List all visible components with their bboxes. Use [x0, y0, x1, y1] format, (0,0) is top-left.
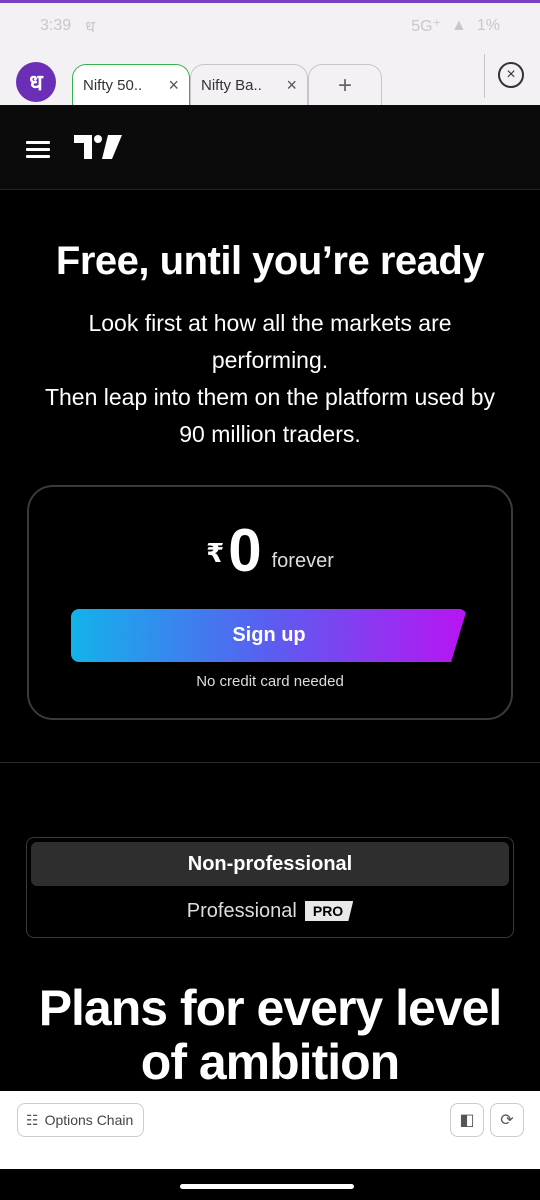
home-gesture-handle[interactable]	[180, 1184, 354, 1189]
sign-up-button[interactable]: Sign up	[71, 609, 467, 662]
free-plan-card: ₹ 0 forever Sign up No credit card neede…	[27, 485, 513, 720]
refresh-icon[interactable]: ⟳	[490, 1103, 524, 1137]
hamburger-menu-icon[interactable]	[26, 141, 50, 158]
pro-badge: PRO	[304, 901, 354, 921]
tab-nifty-50[interactable]: Nifty 50.. ×	[72, 64, 190, 106]
plans-heading-line-2: of ambition	[140, 1034, 400, 1090]
tab-label: Nifty Ba..	[201, 77, 262, 94]
new-tab-button[interactable]: +	[308, 64, 382, 106]
options-chain-button[interactable]: ☷ Options Chain	[17, 1103, 145, 1137]
non-professional-option[interactable]: Non-professional	[31, 842, 509, 886]
plan-type-toggle: Non-professional Professional PRO	[26, 837, 514, 938]
section-divider	[0, 762, 540, 763]
no-credit-card-note: No credit card needed	[196, 673, 344, 690]
hero-title: Free, until you’re ready	[55, 239, 485, 283]
hero-description: Look first at how all the markets are pe…	[30, 305, 510, 453]
layout-icon[interactable]: ◧	[450, 1103, 484, 1137]
web-page: Free, until you’re ready Look first at h…	[0, 105, 540, 1091]
status-time: 3:39	[40, 16, 72, 34]
close-all-tabs-icon[interactable]: ×	[498, 62, 524, 88]
hero-line-2: Then leap into them on the platform used…	[44, 384, 496, 447]
price-period: forever	[271, 550, 334, 572]
professional-option[interactable]: Professional PRO	[27, 894, 513, 928]
options-chain-icon: ☷	[26, 1111, 39, 1128]
tradingview-logo[interactable]	[74, 132, 124, 162]
system-navigation-bar	[0, 1169, 540, 1200]
status-bar: 3:39 ध 5G⁺ ▲ 1%	[0, 3, 540, 48]
price-display: ₹ 0 forever	[29, 521, 511, 581]
tab-nifty-bank[interactable]: Nifty Ba.. ×	[190, 64, 308, 106]
close-tab-icon[interactable]: ×	[286, 75, 297, 96]
hero-line-1: Look first at how all the markets are pe…	[88, 310, 452, 373]
price-amount: 0	[228, 517, 262, 584]
bottom-toolbar: ☷ Options Chain ◧ ⟳	[0, 1091, 540, 1169]
plans-heading-line-1: Plans for every level	[38, 980, 503, 1036]
site-header	[0, 105, 540, 190]
tab-label: Nifty 50..	[83, 77, 143, 94]
network-indicator: 5G⁺	[411, 17, 442, 35]
status-notification: ध	[85, 18, 95, 36]
app-logo[interactable]: ध	[16, 62, 56, 102]
tab-bar-divider	[484, 54, 485, 98]
battery-level: 1%	[476, 16, 500, 34]
professional-label: Professional	[186, 899, 297, 922]
currency-symbol: ₹	[206, 538, 225, 568]
signal-icon: ▲	[451, 16, 467, 34]
plans-heading: Plans for every level of ambition	[0, 981, 540, 1089]
options-chain-label: Options Chain	[44, 1112, 134, 1128]
close-tab-icon[interactable]: ×	[168, 75, 179, 96]
browser-tab-bar: ध Nifty 50.. × Nifty Ba.. × + ×	[0, 48, 540, 106]
